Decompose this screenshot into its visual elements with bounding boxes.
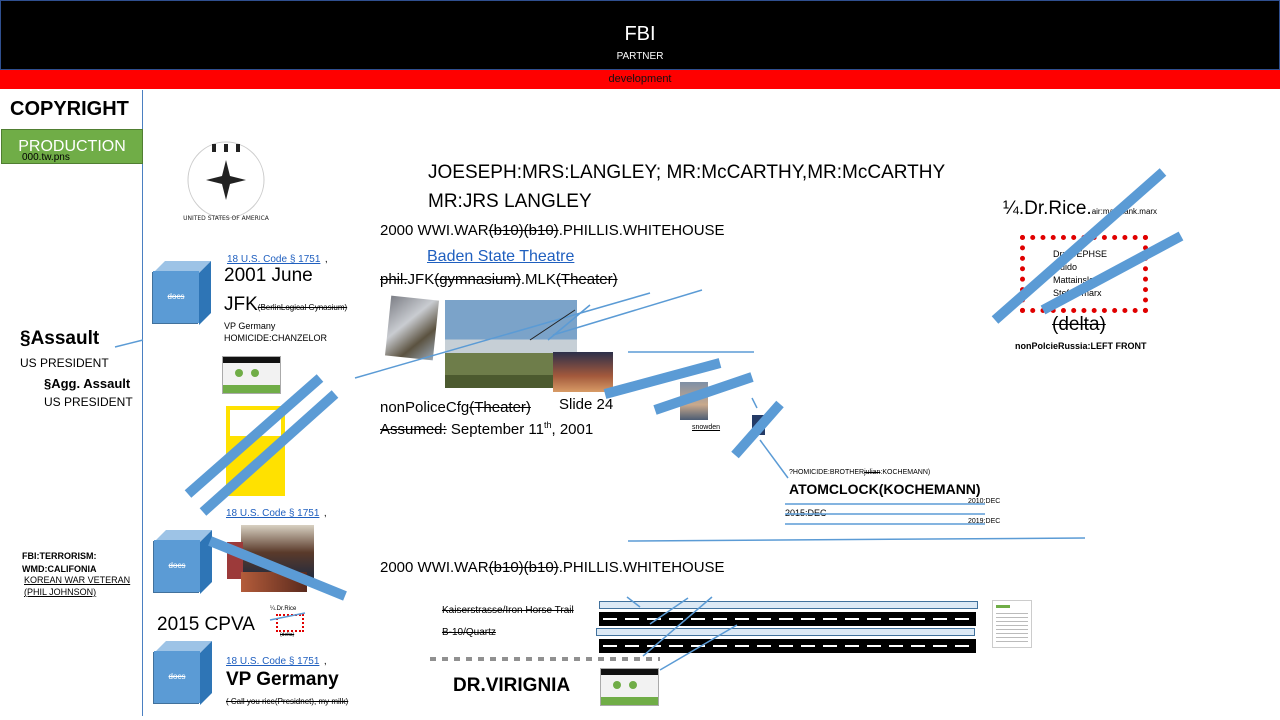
slash-2: [199, 390, 339, 516]
slash-rice-1: [991, 168, 1167, 324]
slash-1: [184, 374, 324, 498]
slash-ceremony: [208, 536, 347, 601]
slash-rice-2: [1040, 231, 1184, 315]
slash-photo-2: [653, 372, 754, 415]
annotation-overlay: [114, 168, 1184, 671]
slash-photo-3: [731, 400, 784, 459]
